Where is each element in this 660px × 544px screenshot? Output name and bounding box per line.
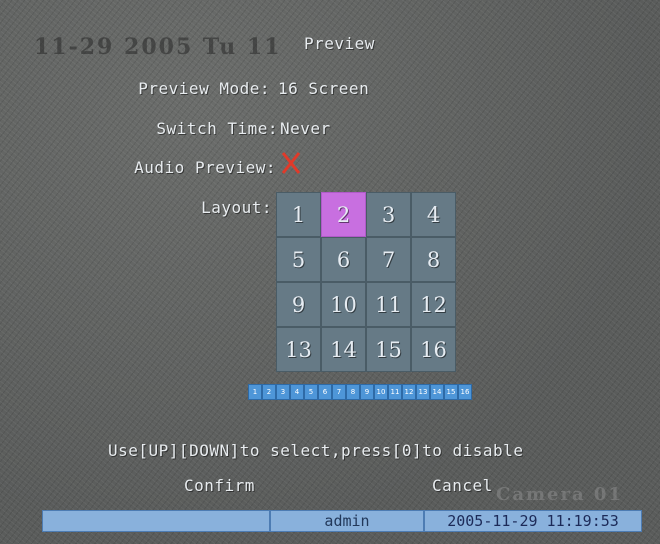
layout-cell-11[interactable]: 11 <box>366 282 411 327</box>
layout-cell-4[interactable]: 4 <box>411 192 456 237</box>
layout-cell-7[interactable]: 7 <box>366 237 411 282</box>
channel-strip-item-4[interactable]: 4 <box>290 384 304 400</box>
channel-strip-item-9[interactable]: 9 <box>360 384 374 400</box>
layout-cell-8[interactable]: 8 <box>411 237 456 282</box>
channel-strip-item-5[interactable]: 5 <box>304 384 318 400</box>
preview-mode-value[interactable]: 16 Screen <box>278 79 369 98</box>
layout-cell-9[interactable]: 9 <box>276 282 321 327</box>
channel-strip-item-12[interactable]: 12 <box>402 384 416 400</box>
menu-title: Preview <box>304 34 375 53</box>
layout-grid: 1 2 3 4 5 6 7 8 9 10 11 12 13 14 15 16 <box>276 192 456 372</box>
layout-cell-13[interactable]: 13 <box>276 327 321 372</box>
layout-label: Layout: <box>201 198 272 217</box>
channel-strip-item-6[interactable]: 6 <box>318 384 332 400</box>
background-datetime-overlay: 11-29 2005 Tu 11 <box>34 34 282 60</box>
camera-watermark: Camera 01 <box>496 484 623 505</box>
channel-strip-item-15[interactable]: 15 <box>444 384 458 400</box>
audio-preview-label: Audio Preview: <box>134 158 276 177</box>
channel-strip-item-3[interactable]: 3 <box>276 384 290 400</box>
layout-cell-5[interactable]: 5 <box>276 237 321 282</box>
layout-cell-14[interactable]: 14 <box>321 327 366 372</box>
layout-cell-1[interactable]: 1 <box>276 192 321 237</box>
confirm-button[interactable]: Confirm <box>184 476 255 495</box>
channel-strip: 1 2 3 4 5 6 7 8 9 10 11 12 13 14 15 16 <box>248 384 472 400</box>
switch-time-label: Switch Time: <box>156 119 278 138</box>
layout-cell-6[interactable]: 6 <box>321 237 366 282</box>
channel-strip-item-11[interactable]: 11 <box>388 384 402 400</box>
hint-text: Use[UP][DOWN]to select,press[0]to disabl… <box>108 441 524 460</box>
layout-cell-10[interactable]: 10 <box>321 282 366 327</box>
layout-cell-2-selected[interactable]: 2 <box>321 192 366 237</box>
cancel-button[interactable]: Cancel <box>432 476 493 495</box>
channel-strip-item-13[interactable]: 13 <box>416 384 430 400</box>
channel-strip-item-8[interactable]: 8 <box>346 384 360 400</box>
preview-mode-label: Preview Mode: <box>138 79 270 98</box>
status-user: admin <box>270 510 424 532</box>
channel-strip-item-2[interactable]: 2 <box>262 384 276 400</box>
switch-time-value[interactable]: Never <box>280 119 331 138</box>
channel-strip-item-1[interactable]: 1 <box>248 384 262 400</box>
channel-strip-item-14[interactable]: 14 <box>430 384 444 400</box>
layout-cell-12[interactable]: 12 <box>411 282 456 327</box>
channel-strip-item-7[interactable]: 7 <box>332 384 346 400</box>
status-bar: admin 2005-11-29 11:19:53 <box>42 510 642 532</box>
layout-cell-16[interactable]: 16 <box>411 327 456 372</box>
status-segment-1 <box>42 510 270 532</box>
channel-strip-item-16[interactable]: 16 <box>458 384 472 400</box>
status-datetime: 2005-11-29 11:19:53 <box>424 510 642 532</box>
layout-cell-15[interactable]: 15 <box>366 327 411 372</box>
x-mark-icon[interactable] <box>280 150 302 176</box>
layout-cell-3[interactable]: 3 <box>366 192 411 237</box>
channel-strip-item-10[interactable]: 10 <box>374 384 388 400</box>
